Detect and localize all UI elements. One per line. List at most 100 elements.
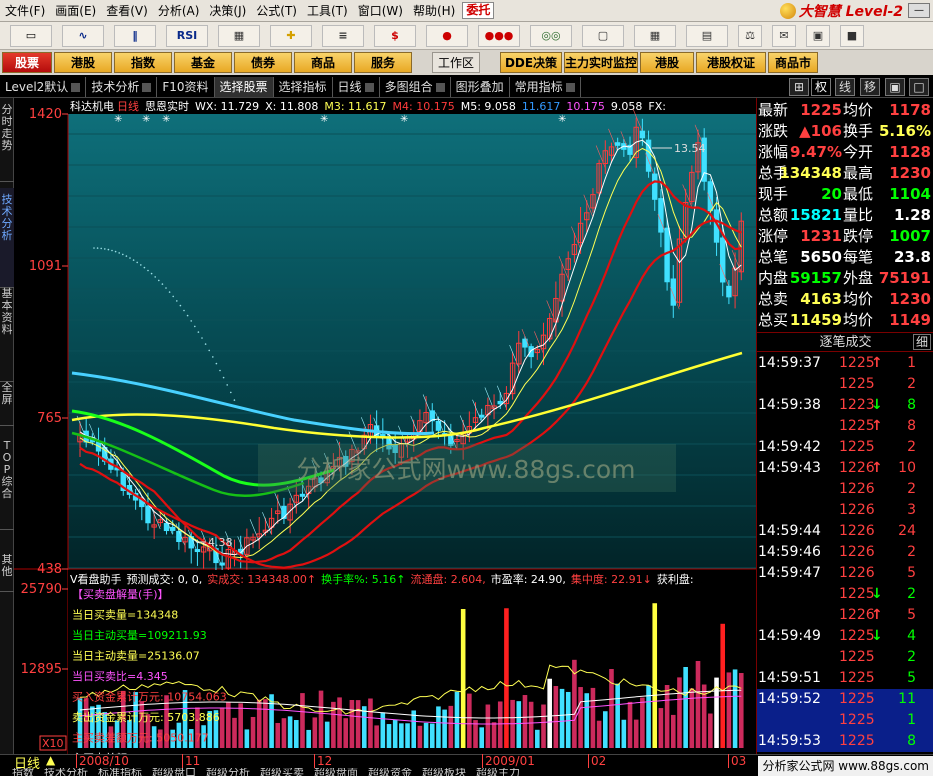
category-button[interactable]: 港股 [54, 52, 112, 73]
category-button[interactable]: 港股权证 [696, 52, 766, 73]
panel-toggle-button[interactable]: 线 [835, 78, 855, 96]
category-button[interactable]: 商品市 [768, 52, 818, 73]
menu-item[interactable]: 工具(T) [302, 2, 353, 19]
menu-item[interactable]: 帮助(H) [408, 2, 460, 19]
menu-item[interactable]: 画面(E) [50, 2, 101, 19]
sidebar-tab[interactable]: 其他 [0, 548, 14, 592]
panel-toggle-button[interactable]: □ [909, 78, 929, 96]
sidebar-tab[interactable]: 基本资料 [0, 282, 14, 382]
sar-dot [176, 300, 178, 302]
category-bar: 股票 港股 指数 基金 债券 商品 服务 工作区 DDE决策 主力实时监控 港股 港股权证 商品市 [0, 50, 933, 75]
ticks-header: 逐笔成交 细 [757, 332, 933, 352]
category-button[interactable]: 主力实时监控 [564, 52, 638, 73]
analysis-tab[interactable]: 日线 [333, 76, 380, 97]
kline-icon[interactable]: ‖ [114, 24, 156, 47]
bottom-tab[interactable]: 标准指标 [98, 768, 142, 776]
calc-icon[interactable]: ▣ [806, 24, 830, 47]
volume-bar [603, 711, 608, 748]
time-axis-label: 12 [314, 754, 332, 768]
bottom-tab[interactable]: 超级主力 [476, 768, 520, 776]
analysis-tab[interactable]: 常用指标 [510, 76, 581, 97]
ticks-detail-button[interactable]: 细 [912, 334, 931, 350]
menu-item[interactable]: 公式(T) [251, 2, 302, 19]
message-icon[interactable]: ✉ [772, 24, 796, 47]
tick-time: 14:59:51 [758, 670, 821, 686]
panel-toggle-button[interactable]: ▣ [885, 78, 905, 96]
quote-label: 涨停 [758, 227, 789, 245]
volume-stat: 当日买卖量=134348 [72, 608, 178, 622]
minute-chart-icon[interactable]: ∿ [62, 24, 104, 47]
doc-icon[interactable]: ▤ [686, 24, 728, 47]
tick-time: 14:59:38 [758, 397, 821, 413]
menu-item[interactable]: 查看(V) [101, 2, 153, 19]
trade-menu-button[interactable]: 委托 [462, 2, 495, 19]
kline-chart[interactable]: 1420 1091 765 438 科达机电 日线 思恩实时 WX: 11.729 X: 11.… [14, 98, 756, 754]
sidebar-tab[interactable]: 分时走势 [0, 98, 14, 182]
category-button[interactable]: 指数 [114, 52, 172, 73]
bottom-tab[interactable]: 超级分析 [206, 768, 250, 776]
bottom-tab[interactable]: 超级板块 [422, 768, 466, 776]
panel-toggle-button[interactable]: 权 [811, 78, 831, 96]
table-icon[interactable]: ▦ [218, 24, 260, 47]
dropdown-arrow-icon[interactable] [71, 82, 81, 92]
menu-item[interactable]: 决策(J) [204, 2, 251, 19]
dropdown-arrow-icon[interactable] [435, 82, 445, 92]
tick-time: 14:59:42 [758, 439, 821, 455]
analysis-tab[interactable]: F10资料 [157, 76, 215, 97]
dropdown-arrow-icon[interactable] [142, 82, 152, 92]
bottom-tab[interactable]: 超级买卖 [260, 768, 304, 776]
sidebar-tab[interactable]: 全屏 [0, 376, 14, 426]
scale-icon[interactable]: ⚖ [738, 24, 762, 47]
analysis-tab[interactable]: 图形叠加 [451, 76, 510, 97]
category-button[interactable]: 债券 [234, 52, 292, 73]
volume-bar [732, 669, 738, 748]
open-folder-icon[interactable]: ▭ [10, 24, 52, 47]
volume-axis-label: 25790 [21, 582, 62, 597]
dollar-icon[interactable]: $ [374, 24, 416, 47]
volume-bar [559, 688, 565, 748]
sidebar-tab[interactable]: TOP综合 [0, 434, 14, 530]
category-button[interactable]: 商品 [294, 52, 352, 73]
volume-header-item: 换手率%: 5.16↑ [321, 572, 405, 586]
bottom-tab[interactable]: 超级盘面 [314, 768, 358, 776]
bottom-tab[interactable]: 技术分析 [44, 768, 88, 776]
analysis-tab[interactable]: 技术分析 [86, 76, 158, 97]
print-icon[interactable]: ■ [840, 24, 864, 47]
category-button[interactable]: 工作区 [432, 52, 480, 73]
chart-area[interactable]: 1420 1091 765 438 科达机电 日线 思恩实时 WX: 11.729 X: 11.… [14, 98, 756, 754]
monitor-icon[interactable]: ▢ [582, 24, 624, 47]
panel-toggle-button[interactable]: ⊞ [789, 78, 809, 96]
category-button[interactable]: DDE决策 [500, 52, 562, 73]
dropdown-arrow-icon[interactable] [565, 82, 575, 92]
dropdown-arrow-icon[interactable] [364, 82, 374, 92]
binoculars-icon[interactable]: ◎◎ [530, 24, 572, 47]
bottom-tab[interactable]: 超级资金 [368, 768, 412, 776]
traffic-light-icon[interactable]: ●●● [478, 24, 520, 47]
rsi-icon[interactable]: RSI [166, 24, 208, 47]
analysis-tab-label: 图形叠加 [455, 79, 504, 94]
dollar-icon-glyph: $ [391, 29, 399, 42]
menu-item[interactable]: 文件(F) [0, 2, 50, 19]
grid-icon[interactable]: ▦ [634, 24, 676, 47]
panel-toggle-button[interactable]: 移 [860, 78, 880, 96]
bottom-tab[interactable]: 指数 [12, 768, 34, 776]
analysis-tab[interactable]: Level2默认 [0, 76, 87, 97]
quote-value: 1225 [800, 101, 842, 119]
cross-icon[interactable]: ✚ [270, 24, 312, 47]
sar-dot [215, 362, 218, 365]
sidebar-tab[interactable]: 技术分析 [0, 188, 14, 288]
bottom-tab[interactable]: 超级盘口 [152, 768, 196, 776]
menu-item[interactable]: 窗口(W) [353, 2, 408, 19]
x10-badge[interactable]: X10 [42, 737, 64, 750]
menu-item[interactable]: 分析(A) [153, 2, 205, 19]
analysis-tab[interactable]: 选择股票 [214, 76, 274, 97]
minimize-button[interactable]: — [908, 3, 930, 18]
category-button[interactable]: 服务 [354, 52, 412, 73]
analysis-tab[interactable]: 多图组合 [380, 76, 451, 97]
ball-icon[interactable]: ● [426, 24, 468, 47]
analysis-tab[interactable]: 选择指标 [274, 76, 333, 97]
category-button[interactable]: 股票 [2, 52, 52, 73]
list-icon[interactable]: ≡ [322, 24, 364, 47]
category-button[interactable]: 基金 [174, 52, 232, 73]
category-button[interactable]: 港股 [640, 52, 694, 73]
